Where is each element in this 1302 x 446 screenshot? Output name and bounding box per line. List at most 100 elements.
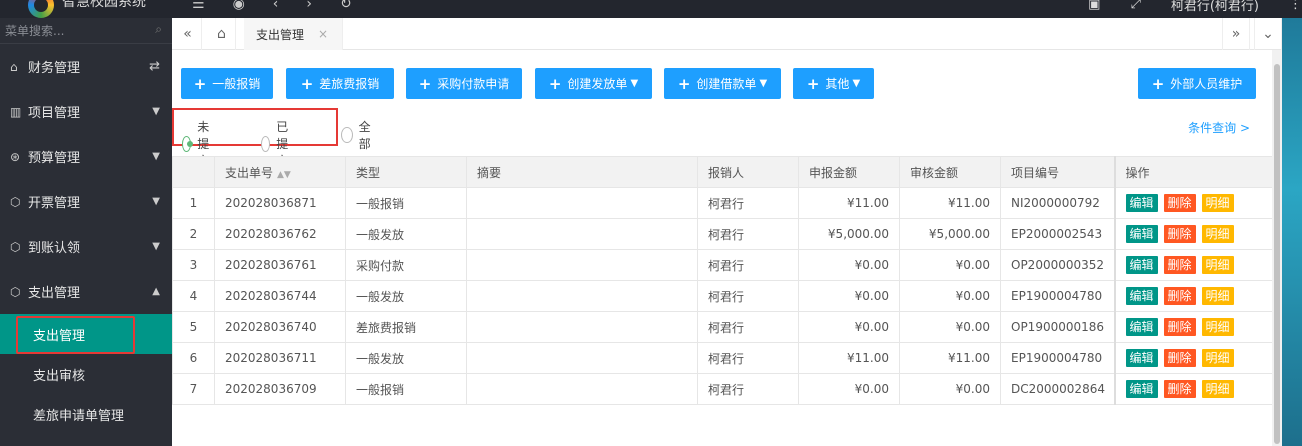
sidebar-item-label: 到账认领 (28, 241, 81, 256)
col-header-expense-no[interactable]: 支出单号 ▲▼ (214, 156, 346, 188)
sort-icon[interactable]: ▲▼ (277, 170, 291, 180)
detail-button[interactable]: 明细 (1201, 194, 1234, 212)
home-icon: ⌂ (10, 59, 18, 74)
tabs-menu-icon[interactable]: ⌄ (1254, 18, 1282, 50)
cell-approved-amount: ¥11.00 (899, 187, 1001, 219)
cell-declared-amount: ¥5,000.00 (798, 218, 900, 250)
home-tab-icon[interactable]: ⌂ (208, 18, 236, 50)
sidebar-subitem-expense-management[interactable]: 支出管理 (0, 314, 172, 354)
table-row[interactable]: 2 202028036762 一般发放 柯君行 ¥5,000.00 ¥5,000.00 EP… (172, 218, 1273, 250)
scrollbar-thumb[interactable] (1274, 64, 1280, 444)
cell-approved-amount: ¥5,000.00 (899, 218, 1001, 250)
close-icon[interactable]: × (318, 27, 328, 41)
fullscreen-icon[interactable]: ⤢ (1130, 0, 1140, 12)
radio-unchecked-icon (261, 135, 271, 152)
create-loan-order-button[interactable]: + 创建借款单 ▼ (664, 68, 781, 99)
cell-actions: 编辑 删除 明细 (1113, 311, 1273, 343)
back-icon[interactable]: ‹ (273, 0, 279, 12)
general-reimbursement-button[interactable]: + 一般报销 (181, 68, 273, 99)
condition-query-link[interactable]: 条件查询 > (1188, 119, 1250, 136)
table-row[interactable]: 6 202028036711 一般发放 柯君行 ¥11.00 ¥11.00 EP190000… (172, 342, 1273, 374)
tabs-next-icon[interactable]: » (1222, 18, 1250, 50)
table-row[interactable]: 1 202028036871 一般报销 柯君行 ¥11.00 ¥11.00 NI200000… (172, 187, 1273, 219)
detail-button[interactable]: 明细 (1201, 380, 1234, 398)
table-row[interactable]: 5 202028036740 差旅费报销 柯君行 ¥0.00 ¥0.00 OP1900000… (172, 311, 1273, 343)
tab-label: 支出管理 (256, 27, 305, 42)
sidebar-item-label: 支出管理 (28, 286, 81, 301)
sidebar-item-receipt[interactable]: ⬡ 到账认领 ▼ (0, 224, 172, 269)
globe-icon[interactable]: ◉ (233, 0, 245, 12)
purchase-payment-button[interactable]: + 采购付款申请 (406, 68, 522, 99)
edit-button[interactable]: 编辑 (1125, 287, 1158, 305)
swap-icon[interactable]: ⇄ (149, 59, 160, 74)
table-row[interactable]: 4 202028036744 一般发放 柯君行 ¥0.00 ¥0.00 EP19000047… (172, 280, 1273, 312)
sidebar-subitem-label: 支出管理 (33, 328, 86, 344)
tab-bar: « ⌂ 支出管理 × » ⌄ (172, 18, 1282, 50)
tabs-prev-icon[interactable]: « (174, 18, 202, 50)
sidebar-item-expense[interactable]: ⬡ 支出管理 ▲ (0, 269, 172, 314)
external-personnel-button[interactable]: + 外部人员维护 (1138, 68, 1256, 99)
detail-button[interactable]: 明细 (1201, 225, 1234, 243)
cube-icon: ⬡ (10, 239, 21, 254)
menu-search-input[interactable] (0, 18, 172, 44)
cell-declared-amount: ¥0.00 (798, 249, 900, 281)
delete-button[interactable]: 删除 (1163, 256, 1196, 274)
create-payment-order-button[interactable]: + 创建发放单 ▼ (535, 68, 652, 99)
detail-button[interactable]: 明细 (1201, 349, 1234, 367)
cell-declared-amount: ¥0.00 (798, 311, 900, 343)
delete-button[interactable]: 删除 (1163, 380, 1196, 398)
edit-button[interactable]: 编辑 (1125, 194, 1158, 212)
expense-table: 支出单号 ▲▼ 类型 摘要 报销人 申报金额 审核金额 项目编号 操作 1 2020… (172, 156, 1273, 405)
radio-all[interactable]: 全部 (341, 118, 375, 152)
table-row[interactable]: 3 202028036761 采购付款 柯君行 ¥0.00 ¥0.00 OP20000003… (172, 249, 1273, 281)
user-menu[interactable]: 柯君行(柯君行) (1171, 0, 1259, 14)
more-icon[interactable]: ⋮ (1289, 0, 1302, 12)
menu-toggle-icon[interactable]: ☰ (192, 0, 205, 12)
app-brand: 智慧校园系统 (62, 0, 146, 10)
sidebar-item-label: 开票管理 (28, 196, 81, 211)
menu-search: ⌕ (0, 18, 172, 44)
refresh-icon[interactable]: ↻ (340, 0, 352, 12)
delete-button[interactable]: 删除 (1163, 194, 1196, 212)
table-row[interactable]: 7 202028036709 一般报销 柯君行 ¥0.00 ¥0.00 DC20000028… (172, 373, 1273, 405)
other-button[interactable]: + 其他 ▼ (793, 68, 874, 99)
coin-icon: ⊛ (10, 149, 21, 164)
cell-claimant: 柯君行 (697, 373, 799, 405)
sidebar-item-budget[interactable]: ⊛ 预算管理 ▼ (0, 134, 172, 179)
search-icon[interactable]: ⌕ (155, 22, 162, 37)
travel-reimbursement-button[interactable]: + 差旅费报销 (286, 68, 394, 99)
detail-button[interactable]: 明细 (1201, 287, 1234, 305)
sidebar-subitem-expense-review[interactable]: 支出审核 (0, 354, 172, 394)
delete-button[interactable]: 删除 (1163, 225, 1196, 243)
sidebar-item-project[interactable]: ▥ 项目管理 ▼ (0, 89, 172, 134)
plus-icon: + (677, 74, 691, 93)
detail-button[interactable]: 明细 (1201, 256, 1234, 274)
forward-icon[interactable]: › (306, 0, 312, 12)
cell-approved-amount: ¥11.00 (899, 342, 1001, 374)
col-header-summary: 摘要 (466, 156, 698, 188)
tab-expense-management[interactable]: 支出管理 × (244, 18, 344, 50)
col-header-project-no: 项目编号 (1000, 156, 1115, 188)
delete-button[interactable]: 删除 (1163, 318, 1196, 336)
cell-index: 3 (172, 249, 215, 281)
cell-expense-no: 202028036761 (214, 249, 346, 281)
cell-claimant: 柯君行 (697, 280, 799, 312)
sidebar-subitem-travel-application[interactable]: 差旅申请单管理 (0, 394, 172, 434)
edit-button[interactable]: 编辑 (1125, 256, 1158, 274)
delete-button[interactable]: 删除 (1163, 287, 1196, 305)
delete-button[interactable]: 删除 (1163, 349, 1196, 367)
scrollbar[interactable] (1272, 50, 1282, 446)
cell-actions: 编辑 删除 明细 (1113, 342, 1273, 374)
lock-icon[interactable]: ▣ (1088, 0, 1100, 12)
cell-type: 一般发放 (345, 280, 467, 312)
cell-actions: 编辑 删除 明细 (1113, 218, 1273, 250)
cell-expense-no: 202028036740 (214, 311, 346, 343)
edit-button[interactable]: 编辑 (1125, 349, 1158, 367)
edit-button[interactable]: 编辑 (1125, 318, 1158, 336)
sidebar-item-invoice[interactable]: ⬡ 开票管理 ▼ (0, 179, 172, 224)
edit-button[interactable]: 编辑 (1125, 225, 1158, 243)
col-header-type: 类型 (345, 156, 467, 188)
edit-button[interactable]: 编辑 (1125, 380, 1158, 398)
sidebar-item-finance[interactable]: ⌂ 财务管理 ⇄ (0, 44, 172, 89)
detail-button[interactable]: 明细 (1201, 318, 1234, 336)
